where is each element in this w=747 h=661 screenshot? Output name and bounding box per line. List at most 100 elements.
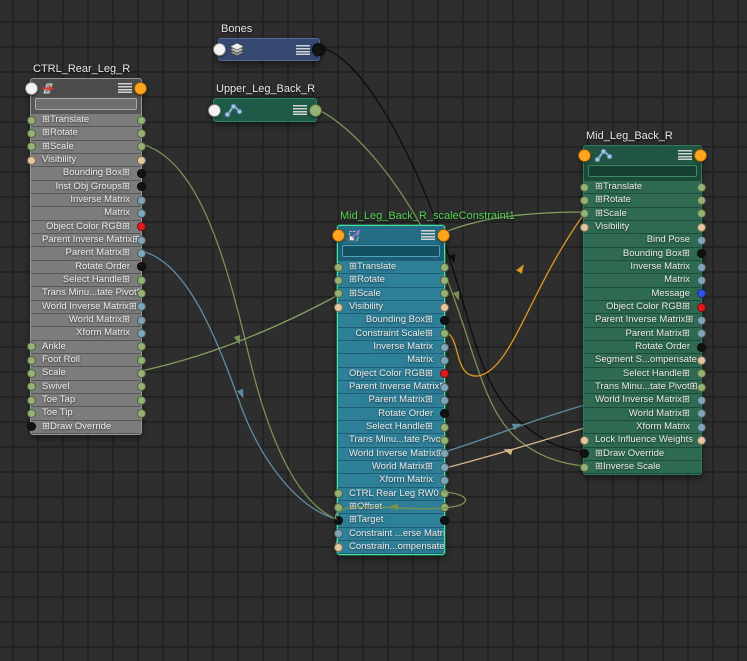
attr-row-translate[interactable]: ⊞Translate	[26, 114, 146, 127]
port-out-translate[interactable]	[439, 262, 449, 272]
port-out-matrix[interactable]	[439, 355, 449, 365]
header-port-right-ctrl[interactable]	[134, 81, 147, 95]
port-in-toe-tip[interactable]	[26, 408, 36, 418]
port-out-trans-minu-tate-pivot[interactable]	[696, 382, 706, 392]
attr-row-rotate[interactable]: ⊞Rotate	[26, 127, 146, 140]
attr-row-rotate[interactable]: ⊞Rotate	[333, 274, 449, 287]
attr-row-visibility[interactable]: Visibility	[26, 153, 146, 167]
port-out-parent-inverse-matrix[interactable]	[439, 382, 449, 392]
port-out-object-color-rgb[interactable]	[136, 222, 146, 232]
port-out-visibility[interactable]	[696, 222, 706, 232]
port-out-matrix[interactable]	[696, 275, 706, 285]
port-out-swivel[interactable]	[136, 382, 146, 392]
port-out-select-handle[interactable]	[696, 369, 706, 379]
port-out-select-handle[interactable]	[439, 422, 449, 432]
port-out-parent-matrix[interactable]	[439, 395, 449, 405]
port-in-scale[interactable]	[579, 209, 589, 219]
attr-row-world-inverse-matrix[interactable]: World Inverse Matrix⊞	[31, 300, 146, 313]
node-constraint[interactable]: ⊞Translate ⊞Rotate ⊞Scale Visibility Boundin…	[332, 225, 450, 556]
port-out-lock-influence-weights[interactable]	[696, 435, 706, 445]
node-ctrl[interactable]: ⊞Translate ⊞Rotate ⊞Scale Visibility Boundin…	[25, 78, 147, 435]
port-in-rotate[interactable]	[26, 129, 36, 139]
wire-constraintscale-to-midleg-scale[interactable]	[443, 213, 585, 377]
node-filter-field[interactable]	[342, 245, 440, 257]
port-in-ctrl-rear-leg-rw0[interactable]	[333, 489, 343, 499]
port-in-scale[interactable]	[333, 289, 343, 299]
header-port-left-ctrl[interactable]	[25, 81, 38, 95]
port-in-draw-override[interactable]	[26, 422, 36, 432]
attr-row-parent-matrix[interactable]: Parent Matrix⊞	[31, 247, 146, 260]
attr-row-rotate-order[interactable]: Rotate Order	[31, 260, 146, 273]
port-in-visibility[interactable]	[333, 302, 343, 312]
node-bones[interactable]	[213, 38, 325, 61]
port-out-xform-matrix[interactable]	[136, 328, 146, 338]
port-in-toe-tap[interactable]	[26, 395, 36, 405]
attr-row-bounding-box[interactable]: Bounding Box⊞	[338, 314, 449, 327]
port-in-ankle[interactable]	[26, 342, 36, 352]
attr-row-target[interactable]: ⊞Target	[333, 514, 449, 527]
port-out-scale[interactable]	[696, 209, 706, 219]
attr-row-constrain-ompensate[interactable]: Constrain...ompensate	[333, 540, 444, 554]
attr-row-select-handle[interactable]: Select Handle⊞	[338, 420, 449, 434]
port-out-world-inverse-matrix[interactable]	[136, 302, 146, 312]
node-menu-icon[interactable]	[118, 83, 132, 93]
port-in-scale[interactable]	[26, 368, 36, 378]
attr-row-visibility[interactable]: Visibility	[579, 220, 706, 234]
attr-row-bounding-box[interactable]: Bounding Box⊞	[584, 247, 706, 261]
port-in-foot-roll[interactable]	[26, 355, 36, 365]
port-out-object-color-rgb[interactable]	[696, 302, 706, 312]
wire-ctrl-scale-to-constraint-target[interactable]	[140, 143, 337, 520]
port-out-world-inverse-matrix[interactable]	[696, 395, 706, 405]
port-in-constrain-ompensate[interactable]	[333, 542, 343, 552]
attr-row-inverse-matrix[interactable]: Inverse Matrix	[338, 340, 449, 354]
port-out-trans-minu-tate-pivot[interactable]	[439, 435, 449, 445]
attr-row-trans-minu-tate-pivot[interactable]: Trans Minu...tate Pivot⊞	[338, 434, 449, 447]
attr-row-world-inverse-matrix[interactable]: World Inverse Matrix⊞	[584, 394, 706, 407]
port-in-lock-influence-weights[interactable]	[579, 435, 589, 445]
port-out-parent-inverse-matrix[interactable]	[696, 315, 706, 325]
node-header-mid_leg[interactable]	[578, 146, 707, 164]
attr-row-select-handle[interactable]: Select Handle⊞	[31, 273, 146, 287]
node-menu-icon[interactable]	[296, 44, 310, 55]
port-in-draw-override[interactable]	[579, 449, 589, 459]
attr-row-trans-minu-tate-pivot[interactable]: Trans Minu...tate Pivot⊞	[584, 380, 706, 394]
port-out-xform-matrix[interactable]	[439, 475, 449, 485]
port-out-inverse-matrix[interactable]	[696, 262, 706, 272]
port-out-toe-tip[interactable]	[136, 408, 146, 418]
attr-row-inverse-matrix[interactable]: Inverse Matrix	[584, 260, 706, 274]
header-port-right-constraint[interactable]	[437, 228, 450, 242]
node-header-bones[interactable]	[213, 39, 325, 60]
attr-row-constraint-erse-matrix[interactable]: Constraint ...erse Matrix	[333, 527, 444, 540]
attr-row-foot-roll[interactable]: Foot Roll	[26, 353, 146, 367]
port-out-rotate-order[interactable]	[136, 262, 146, 272]
attr-row-draw-override[interactable]: ⊞Draw Override	[579, 447, 701, 460]
port-out-message[interactable]	[696, 289, 706, 299]
attr-row-xform-matrix[interactable]: Xform Matrix	[338, 474, 449, 487]
port-out-ankle[interactable]	[136, 342, 146, 352]
attr-row-scale[interactable]: ⊞Scale	[333, 287, 449, 301]
port-in-visibility[interactable]	[579, 222, 589, 232]
attr-row-xform-matrix[interactable]: Xform Matrix	[31, 327, 146, 340]
attr-row-segment-s-ompensate[interactable]: Segment S...ompensate	[584, 354, 706, 367]
attr-row-object-color-rgb[interactable]: Object Color RGB⊞	[31, 220, 146, 234]
node-header-upper_leg[interactable]	[208, 99, 322, 121]
port-out-offset[interactable]	[439, 502, 449, 512]
port-out-visibility[interactable]	[439, 302, 449, 312]
port-out-parent-matrix[interactable]	[136, 248, 146, 258]
port-out-scale[interactable]	[136, 142, 146, 152]
port-out-world-inverse-matrix[interactable]	[439, 449, 449, 459]
port-out-inverse-matrix[interactable]	[136, 195, 146, 205]
port-out-translate[interactable]	[136, 115, 146, 125]
node-menu-icon[interactable]	[293, 105, 307, 115]
port-out-object-color-rgb[interactable]	[439, 369, 449, 379]
attr-row-parent-inverse-matrix[interactable]: Parent Inverse Matrix⊞	[338, 380, 449, 394]
wire-ctrl-parentmatrix-to-constraint-target[interactable]	[140, 250, 337, 520]
port-in-scale[interactable]	[26, 142, 36, 152]
port-in-translate[interactable]	[333, 262, 343, 272]
header-port-left-constraint[interactable]	[332, 228, 345, 242]
header-port-left-mid_leg[interactable]	[578, 148, 591, 162]
node-header-ctrl[interactable]	[25, 79, 147, 97]
port-in-constraint-erse-matrix[interactable]	[333, 529, 343, 539]
attr-row-world-matrix[interactable]: World Matrix⊞	[338, 460, 449, 474]
port-out-select-handle[interactable]	[136, 275, 146, 285]
